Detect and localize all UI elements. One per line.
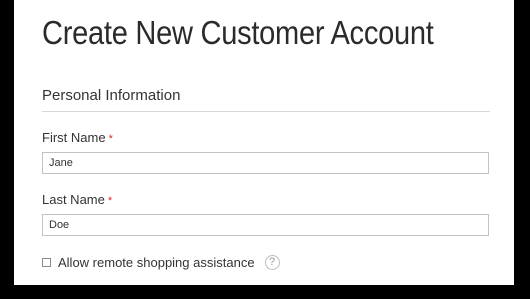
required-marker: * — [107, 195, 113, 207]
section-title-personal-information: Personal Information — [42, 87, 181, 104]
remote-assistance-row: Allow remote shopping assistance ? — [42, 253, 280, 271]
page-title: Create New Customer Account — [42, 14, 434, 51]
first-name-label-text: First Name — [42, 130, 106, 145]
last-name-input[interactable] — [42, 214, 489, 236]
account-form-panel: Create New Customer Account Personal Inf… — [14, 0, 514, 285]
remote-assistance-label[interactable]: Allow remote shopping assistance — [58, 255, 255, 270]
first-name-input[interactable] — [42, 152, 489, 174]
remote-assistance-checkbox[interactable] — [42, 257, 51, 267]
last-name-label: Last Name * — [42, 192, 112, 207]
section-divider — [42, 111, 490, 112]
required-marker: * — [108, 133, 113, 145]
last-name-label-text: Last Name — [42, 192, 105, 207]
first-name-label: First Name * — [42, 130, 113, 145]
question-circle-icon[interactable]: ? — [264, 254, 280, 270]
